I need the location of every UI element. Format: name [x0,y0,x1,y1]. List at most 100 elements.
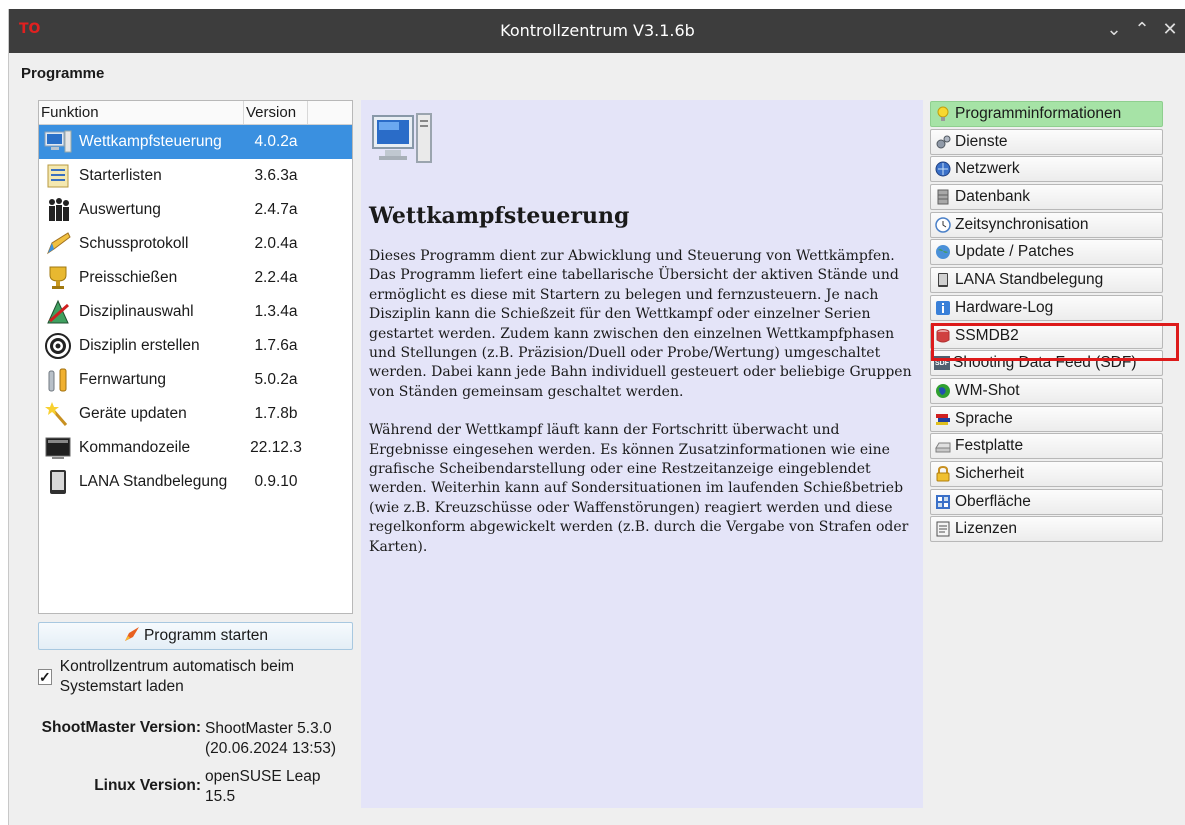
terminal-icon [43,433,73,463]
list-item-label: Starterlisten [79,167,162,184]
linux-version-line1: openSUSE Leap [205,768,321,785]
version-info: ShootMaster Version: ShootMaster 5.3.0 (… [38,719,378,815]
side-button-label: Shooting Data Feed (SDF) [953,354,1137,372]
main-window: TO Kontrollzentrum V3.1.6b ⌄ ⌃ ✕ Program… [8,9,1185,825]
side-button-label: Festplatte [955,437,1024,455]
clock-icon [934,216,952,234]
netzwerk-button[interactable]: Netzwerk [930,156,1163,183]
list-item-version: 2.0.4a [254,235,298,252]
programminformationen-button[interactable]: Programminformationen [930,101,1163,127]
program-list[interactable]: Funktion Version Wettkampfsteuerung 4.0.… [38,100,353,614]
list-item-starterlisten[interactable]: Starterlisten 3.6.3a [39,159,352,193]
side-button-label: LANA Standbelegung [955,271,1104,289]
info-icon [934,299,952,317]
computer-icon [43,127,73,157]
side-button-label: Hardware-Log [955,298,1054,316]
list-item-fernwartung[interactable]: Fernwartung 5.0.2a [39,363,352,397]
list-item-disziplinauswahl[interactable]: Disziplinauswahl 1.3.4a [39,295,352,329]
linux-version-line2: 15.5 [205,788,236,805]
flags-icon [934,410,952,428]
list-item-label: Disziplin erstellen [79,337,200,354]
linux-version-label: Linux Version: [94,777,201,794]
list-item-version: 5.0.2a [254,371,298,388]
shooting-data-feed-button[interactable]: SDF Shooting Data Feed (SDF) [930,350,1163,377]
lizenzen-button[interactable]: Lizenzen [930,516,1163,543]
list-item-version: 1.7.6a [254,337,298,354]
zeitsynchronisation-button[interactable]: Zeitsynchronisation [930,211,1163,238]
program-info-paragraph: Während der Wettkampf läuft kann der For… [369,422,909,555]
linux-version-value: openSUSE Leap 15.5 [205,767,320,807]
side-button-label: Sprache [955,409,1013,427]
magic-wand-icon [43,399,73,429]
list-item-geraete-updaten[interactable]: Geräte updaten 1.7.8b [39,397,352,431]
list-item-label: Fernwartung [79,371,167,388]
list-header: Funktion Version [39,101,352,125]
ssmdb2-button[interactable]: SSMDB2 [930,322,1163,349]
list-item-version: 3.6.3a [254,167,298,184]
autostart-checkbox[interactable]: ✓ [38,669,52,685]
header-version[interactable]: Version [244,101,308,124]
list-item-label: Schussprotokoll [79,235,189,252]
window-title: Kontrollzentrum V3.1.6b [500,21,695,40]
rocket-icon [123,625,141,648]
wm-shot-button[interactable]: WM-Shot [930,377,1163,404]
list-item-label: LANA Standbelegung [79,473,228,490]
update-patches-button[interactable]: Update / Patches [930,239,1163,266]
autostart-checkbox-row[interactable]: ✓ Kontrollzentrum automatisch beim Syste… [38,657,358,697]
list-icon [43,161,73,191]
header-function[interactable]: Funktion [39,101,244,124]
sprache-button[interactable]: Sprache [930,405,1163,432]
trophy-icon [43,263,73,293]
side-button-label: WM-Shot [955,381,1020,399]
window-controls: ⌄ ⌃ ✕ [1106,19,1178,40]
list-item-disziplin-erstellen[interactable]: Disziplin erstellen 1.7.6a [39,329,352,363]
side-button-label: Dienste [955,132,1008,150]
tablet-icon [43,467,73,497]
side-button-label: Sicherheit [955,464,1024,482]
program-info-paragraph: Dieses Programm dient zur Abwicklung und… [369,248,912,400]
side-button-label: Lizenzen [955,520,1018,538]
dienste-button[interactable]: Dienste [930,128,1163,155]
oberflaeche-button[interactable]: Oberfläche [930,488,1163,515]
list-item-version: 2.2.4a [254,269,298,286]
harddisk-icon [934,437,952,455]
festplatte-button[interactable]: Festplatte [930,433,1163,460]
maximize-icon[interactable]: ⌃ [1134,19,1150,40]
side-button-label: Programminformationen [955,105,1122,122]
shootmaster-version-value: ShootMaster 5.3.0 (20.06.2024 13:53) [205,719,336,759]
title-bar: TO Kontrollzentrum V3.1.6b ⌄ ⌃ ✕ [9,9,1185,53]
hardware-log-button[interactable]: Hardware-Log [930,294,1163,321]
list-item-wettkampfsteuerung[interactable]: Wettkampfsteuerung 4.0.2a [39,125,352,159]
license-icon [934,520,952,538]
list-item-kommandozeile[interactable]: Kommandozeile 22.12.3 [39,431,352,465]
list-item-auswertung[interactable]: Auswertung 2.4.7a [39,193,352,227]
list-item-version: 1.3.4a [254,303,298,320]
list-item-label: Preisschießen [79,269,178,286]
wrench-icon [43,365,73,395]
linux-version-row: Linux Version: openSUSE Leap 15.5 [38,767,378,807]
globe-icon [934,243,952,261]
list-item-label: Disziplinauswahl [79,303,194,320]
list-item-lana-standbelegung[interactable]: LANA Standbelegung 0.9.10 [39,465,352,499]
lightbulb-icon [934,105,952,123]
lana-standbelegung-button[interactable]: LANA Standbelegung [930,267,1163,294]
sdf-icon: SDF [934,356,950,371]
group-title: Programme [21,65,105,82]
list-item-schussprotokoll[interactable]: Schussprotokoll 2.0.4a [39,227,352,261]
program-start-button[interactable]: Programm starten [38,622,353,650]
podium-icon [43,195,73,225]
program-info-panel: Wettkampfsteuerung Dieses Programm dient… [361,100,923,808]
list-item-version: 1.7.8b [254,405,298,422]
side-button-label: Netzwerk [955,160,1020,178]
list-item-version: 4.0.2a [244,133,308,151]
side-button-label: Zeitsynchronisation [955,215,1089,233]
list-item-preisschiessen[interactable]: Preisschießen 2.2.4a [39,261,352,295]
program-info-text: Dieses Programm dient zur Abwicklung und… [369,247,917,576]
side-button-label: Update / Patches [955,243,1074,261]
sicherheit-button[interactable]: Sicherheit [930,460,1163,487]
database-red-icon [934,327,952,345]
close-icon[interactable]: ✕ [1162,19,1178,40]
datenbank-button[interactable]: Datenbank [930,184,1163,211]
minimize-icon[interactable]: ⌄ [1106,19,1122,40]
program-info-title: Wettkampfsteuerung [369,203,630,229]
